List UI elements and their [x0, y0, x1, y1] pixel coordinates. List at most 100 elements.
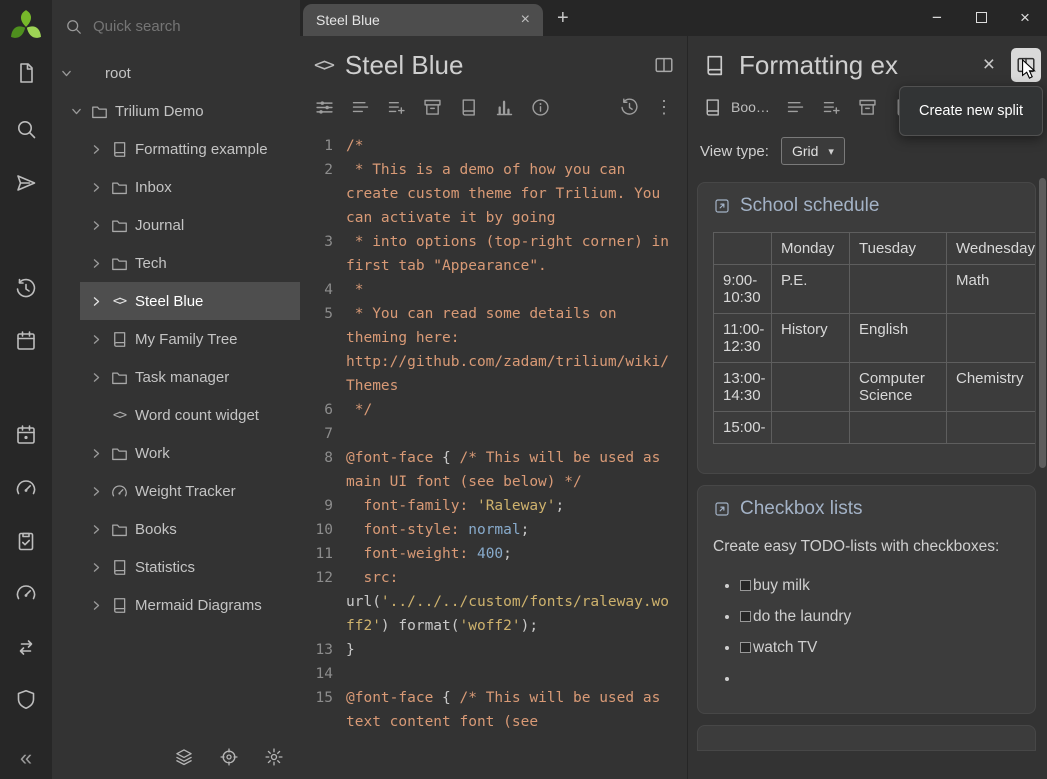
archive-icon[interactable]: [857, 97, 878, 118]
tree-item-trilium-demo[interactable]: Trilium Demo: [52, 92, 300, 130]
quick-search[interactable]: [52, 0, 300, 52]
tab-steel-blue[interactable]: Steel Blue ×: [303, 4, 543, 36]
checkbox[interactable]: [740, 611, 751, 622]
note-link-icon: [713, 500, 731, 518]
history-icon[interactable]: [0, 277, 52, 301]
close-pane-button[interactable]: ×: [979, 53, 999, 77]
tree-item-mermaid-diagrams[interactable]: Mermaid Diagrams: [52, 586, 300, 624]
checkbox[interactable]: [740, 580, 751, 591]
code-line: 12 src: url('../../../custom/fonts/ralew…: [300, 566, 687, 638]
ribbon-tab-book[interactable]: Boo…: [702, 97, 770, 118]
info-icon[interactable]: [530, 97, 551, 118]
list-plus-icon[interactable]: [821, 97, 842, 118]
card-title-link[interactable]: Checkbox lists: [713, 498, 1020, 520]
calendar-icon[interactable]: [0, 329, 52, 353]
tooltip-create-new-split: Create new split: [899, 86, 1043, 136]
archive-icon[interactable]: [422, 97, 443, 118]
chevron-right-icon[interactable]: [88, 599, 105, 612]
chevron-right-icon[interactable]: [88, 333, 105, 346]
chevron-right-icon[interactable]: [88, 485, 105, 498]
tree-item-label: Formatting example: [135, 141, 268, 158]
code-line: 9 font-family: 'Raleway';: [300, 494, 687, 518]
tree-item-books[interactable]: Books: [52, 510, 300, 548]
split-icon[interactable]: [649, 54, 679, 76]
list-icon[interactable]: [350, 97, 371, 118]
line-number: 7: [300, 422, 346, 446]
send-icon[interactable]: [0, 171, 52, 195]
folder-icon: [87, 102, 111, 121]
layers-icon[interactable]: [174, 747, 194, 767]
chevron-right-icon[interactable]: [88, 257, 105, 270]
tree-item-journal[interactable]: Journal: [52, 206, 300, 244]
scrollbar[interactable]: [1039, 178, 1046, 468]
line-number: 10: [300, 518, 346, 542]
history-icon[interactable]: [619, 97, 640, 118]
tune-icon[interactable]: [314, 97, 335, 118]
maximize-button[interactable]: [959, 8, 1003, 28]
chevron-right-icon[interactable]: [88, 143, 105, 156]
speedometer-icon[interactable]: [0, 581, 52, 605]
note-title[interactable]: Formatting ex: [739, 50, 967, 81]
tree-item-inbox[interactable]: Inbox: [52, 168, 300, 206]
tree-item-root[interactable]: root: [52, 54, 300, 92]
tree-item-weight-tracker[interactable]: Weight Tracker: [52, 472, 300, 510]
note-title[interactable]: Steel Blue: [345, 50, 637, 81]
list-icon[interactable]: [785, 97, 806, 118]
tree-item-task-manager[interactable]: Task manager: [52, 358, 300, 396]
chevron-right-icon[interactable]: [88, 181, 105, 194]
chart-icon[interactable]: [494, 97, 515, 118]
file-icon[interactable]: [0, 61, 52, 85]
tree-item-formatting-example[interactable]: Formatting example: [52, 130, 300, 168]
tree-item-label: Weight Tracker: [135, 483, 236, 500]
checkbox[interactable]: [740, 642, 751, 653]
chevron-right-icon[interactable]: [88, 295, 105, 308]
book-icon[interactable]: [458, 97, 479, 118]
view-type-label: View type:: [700, 143, 769, 160]
book-icon: [107, 596, 131, 615]
swap-icon[interactable]: [0, 635, 52, 659]
tree-item-work[interactable]: Work: [52, 434, 300, 472]
new-tab-button[interactable]: +: [557, 7, 569, 30]
gear-icon[interactable]: [264, 747, 284, 767]
tree-item-my-family-tree[interactable]: My Family Tree: [52, 320, 300, 358]
tree-item-steel-blue[interactable]: <> Steel Blue: [52, 282, 300, 320]
tree-item-word-count-widget[interactable]: <> Word count widget: [52, 396, 300, 434]
close-icon[interactable]: ×: [521, 11, 530, 29]
view-type-select[interactable]: Grid ▾: [781, 137, 845, 165]
close-window-button[interactable]: ×: [1003, 8, 1047, 28]
tree-item-tech[interactable]: Tech: [52, 244, 300, 282]
tree-item-statistics[interactable]: Statistics: [52, 548, 300, 586]
tree-item-label: Books: [135, 521, 177, 538]
code-editor[interactable]: 1/* 2 * This is a demo of how you can cr…: [300, 124, 687, 779]
create-new-split-button[interactable]: [1011, 48, 1041, 82]
code-line: 7: [300, 422, 687, 446]
shield-icon[interactable]: [0, 688, 52, 712]
tree-item-label: Trilium Demo: [115, 103, 204, 120]
code-line: 13}: [300, 638, 687, 662]
chevron-down-icon[interactable]: [58, 67, 75, 80]
chevron-right-icon[interactable]: [88, 561, 105, 574]
target-icon[interactable]: [219, 747, 239, 767]
line-number: 2: [300, 158, 346, 230]
collapse-left-icon[interactable]: «: [0, 745, 52, 771]
quick-search-input[interactable]: [93, 18, 263, 35]
gauge-icon[interactable]: [0, 476, 52, 500]
chevron-down-icon[interactable]: [68, 105, 85, 118]
list-plus-icon[interactable]: [386, 97, 407, 118]
code-icon: <>: [107, 407, 131, 423]
clipboard-check-icon[interactable]: [0, 529, 52, 553]
window-controls: − ×: [915, 0, 1047, 36]
card-title-link[interactable]: School schedule: [713, 195, 1020, 217]
table-row: 15:00-: [714, 412, 1037, 444]
chevron-down-icon: ▾: [828, 145, 834, 158]
trilium-logo[interactable]: [0, 6, 52, 46]
minimize-button[interactable]: −: [915, 8, 959, 28]
kebab-icon[interactable]: ⋮: [655, 98, 673, 116]
calendar-star-icon[interactable]: [0, 423, 52, 447]
chevron-right-icon[interactable]: [88, 219, 105, 232]
code-line: 11 font-weight: 400;: [300, 542, 687, 566]
search-icon[interactable]: [0, 117, 52, 141]
chevron-right-icon[interactable]: [88, 371, 105, 384]
chevron-right-icon[interactable]: [88, 447, 105, 460]
chevron-right-icon[interactable]: [88, 523, 105, 536]
